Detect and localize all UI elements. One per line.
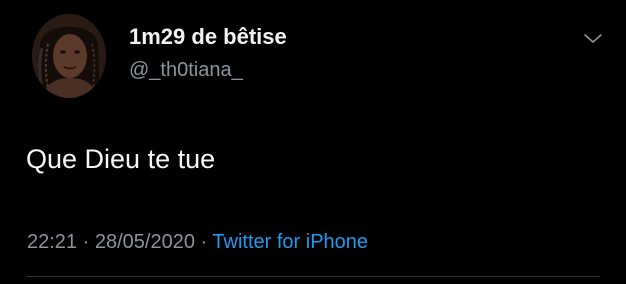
user-handle[interactable]: @_th0tiana_ xyxy=(129,60,243,80)
tweet-card: 1m29 de bêtise @_th0tiana_ Que Dieu te t… xyxy=(0,0,626,284)
tweet-source-link[interactable]: Twitter for iPhone xyxy=(212,231,368,253)
profile-photo-icon xyxy=(32,14,106,98)
meta-separator: · xyxy=(82,231,90,253)
meta-separator: · xyxy=(200,231,208,253)
divider xyxy=(26,276,600,277)
display-name[interactable]: 1m29 de bêtise xyxy=(129,26,287,48)
avatar[interactable] xyxy=(32,14,106,98)
tweet-text: Que Dieu te tue xyxy=(26,144,216,174)
tweet-time[interactable]: 22:21 xyxy=(27,231,77,253)
chevron-down-icon[interactable] xyxy=(580,30,606,48)
tweet-date[interactable]: 28/05/2020 xyxy=(95,231,195,253)
tweet-metadata: 22:21 · 28/05/2020 · Twitter for iPhone xyxy=(27,232,368,252)
